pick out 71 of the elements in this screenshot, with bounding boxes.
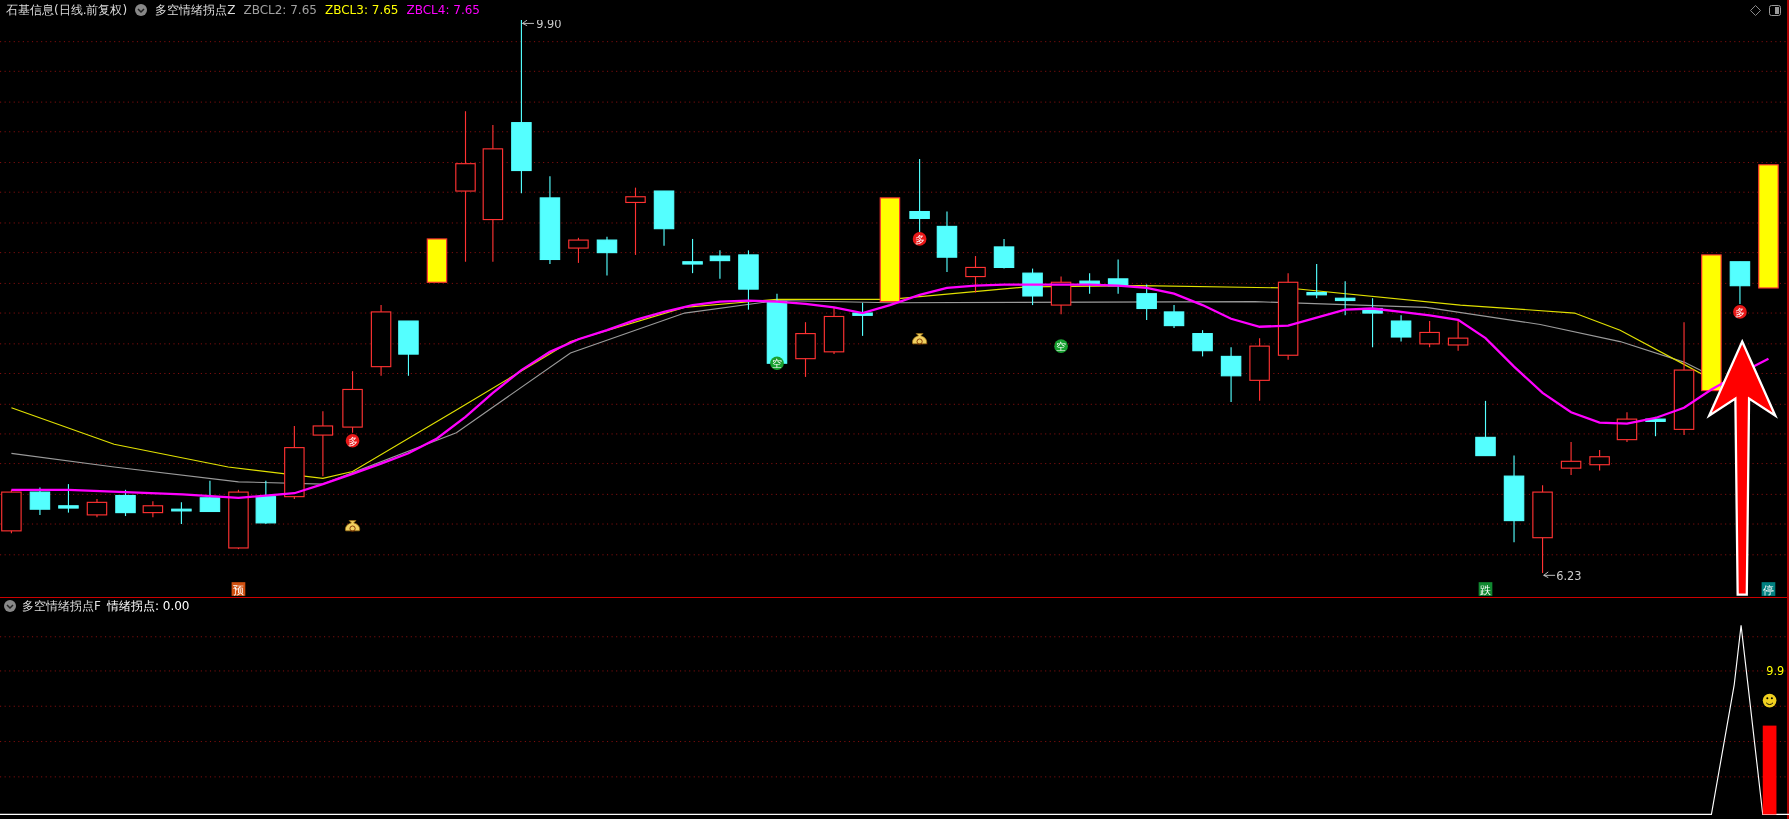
candlestick <box>1334 280 1356 316</box>
indicator-name: 多空情绪拐点Z <box>155 1 236 19</box>
candlestick <box>171 501 192 525</box>
price-label: 9.9 <box>1766 664 1785 679</box>
indicator-value: ZBCL4: 7.65 <box>406 3 480 17</box>
candlestick <box>142 500 164 518</box>
candlestick <box>1107 258 1129 295</box>
signal-badge: 多 <box>912 232 927 246</box>
candlestick <box>1419 320 1440 348</box>
candlestick <box>228 489 249 550</box>
candlestick <box>1616 411 1638 443</box>
candlestick <box>625 187 646 256</box>
candlestick <box>1729 261 1751 305</box>
candlestick <box>682 238 703 274</box>
candlestick <box>58 483 79 514</box>
candlestick <box>1050 276 1072 315</box>
candlestick <box>738 249 759 311</box>
candlestick <box>1220 346 1242 403</box>
candlestick <box>255 480 277 525</box>
stock-title: 石基信息(日线.前复权) <box>6 1 128 19</box>
candlestick <box>1249 337 1270 402</box>
indicator-name: 多空情绪拐点F <box>22 597 101 615</box>
smiley-icon <box>1762 693 1777 708</box>
candlestick <box>1136 284 1157 321</box>
signal-tag: 预 <box>231 582 246 597</box>
candlestick <box>596 236 618 276</box>
candlestick <box>852 302 873 337</box>
indicator-reading: 情绪拐点: 0.00 <box>106 597 190 615</box>
candlestick <box>86 498 108 518</box>
signal-badge: 空 <box>1054 339 1068 353</box>
candlestick <box>312 410 334 477</box>
candlestick <box>199 480 221 513</box>
candlestick <box>115 489 136 517</box>
collapse-icon[interactable] <box>135 4 148 16</box>
candlestick <box>993 238 1015 270</box>
candlestick <box>653 190 675 247</box>
candlestick <box>1192 329 1213 357</box>
signal-badge: 空 <box>770 356 784 371</box>
candlestick <box>1475 400 1496 457</box>
candlestick <box>1022 268 1043 306</box>
candlestick <box>398 320 419 377</box>
money-bag-icon <box>345 520 361 532</box>
indicator-value: ZBCL2: 7.65 <box>243 3 317 17</box>
candlestick <box>29 486 51 516</box>
collapse-icon[interactable] <box>4 600 16 612</box>
money-bag-icon <box>912 333 928 345</box>
panel-icon[interactable] <box>1769 4 1781 16</box>
candlestick <box>1390 314 1412 343</box>
candlestick <box>1589 449 1610 471</box>
candlestick <box>823 306 845 355</box>
candlestick <box>936 211 958 273</box>
low-price-label: 6.23 <box>1543 568 1582 583</box>
candlestick <box>1306 263 1327 299</box>
candlestick <box>568 237 589 264</box>
candlestick <box>1645 416 1666 437</box>
candlestick <box>1447 319 1469 352</box>
candlestick <box>965 255 986 294</box>
candlestick <box>709 249 731 280</box>
candlestick <box>1560 441 1582 476</box>
signal-tag: 跌 <box>1478 582 1493 597</box>
signal-badge: 多 <box>1733 305 1747 319</box>
candlestick <box>1163 304 1185 329</box>
candlestick <box>1362 297 1383 348</box>
candlestick <box>1079 272 1100 295</box>
diamond-icon[interactable] <box>1750 4 1761 16</box>
candlestick <box>342 370 363 434</box>
indicator-value: ZBCL3: 7.65 <box>324 3 399 17</box>
candlestick <box>426 238 448 283</box>
signal-tag: 停 <box>1761 582 1776 597</box>
signal-badge: 多 <box>345 433 360 448</box>
candlestick <box>795 321 816 378</box>
